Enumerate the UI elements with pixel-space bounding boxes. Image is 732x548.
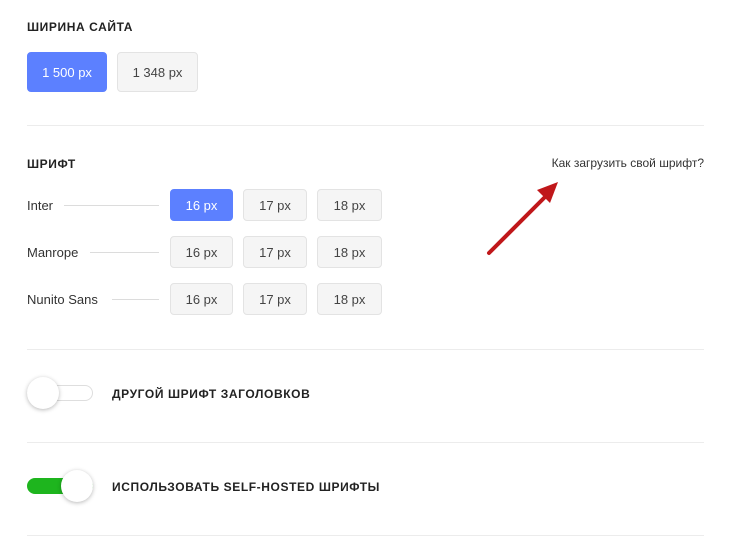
nunito-18px-button[interactable]: 18 px — [317, 283, 382, 315]
heading-font-toggle-label: ДРУГОЙ ШРИФТ ЗАГОЛОВКОВ — [112, 387, 311, 401]
font-row-line — [90, 252, 159, 253]
self-hosted-fonts-toggle-label: ИСПОЛЬЗОВАТЬ SELF-HOSTED ШРИФТЫ — [112, 480, 380, 494]
font-name-manrope: Manrope — [27, 245, 79, 260]
font-row-line — [64, 205, 159, 206]
manrope-16px-button[interactable]: 16 px — [170, 236, 233, 268]
self-hosted-fonts-toggle[interactable] — [27, 470, 93, 502]
divider — [27, 535, 704, 536]
manrope-18px-button[interactable]: 18 px — [317, 236, 382, 268]
nunito-16px-button[interactable]: 16 px — [170, 283, 233, 315]
font-name-inter: Inter — [27, 198, 54, 213]
inter-17px-button[interactable]: 17 px — [243, 189, 307, 221]
inter-16px-button[interactable]: 16 px — [170, 189, 233, 221]
heading-font-toggle[interactable] — [27, 377, 93, 409]
toggle-knob — [27, 377, 59, 409]
red-arrow-icon — [487, 182, 558, 255]
font-section-title: ШРИФТ — [27, 157, 76, 171]
width-1348-button[interactable]: 1 348 px — [117, 52, 198, 92]
manrope-17px-button[interactable]: 17 px — [243, 236, 307, 268]
inter-18px-button[interactable]: 18 px — [317, 189, 382, 221]
upload-font-link[interactable]: Как загрузить свой шрифт? — [552, 156, 704, 170]
nunito-17px-button[interactable]: 17 px — [243, 283, 307, 315]
divider — [27, 349, 704, 350]
toggle-knob — [61, 470, 93, 502]
divider — [27, 125, 704, 126]
site-width-title: ШИРИНА САЙТА — [27, 20, 134, 34]
font-row-line — [112, 299, 159, 300]
width-1500-button[interactable]: 1 500 px — [27, 52, 107, 92]
divider — [27, 442, 704, 443]
font-name-nunito-sans: Nunito Sans — [27, 292, 98, 307]
